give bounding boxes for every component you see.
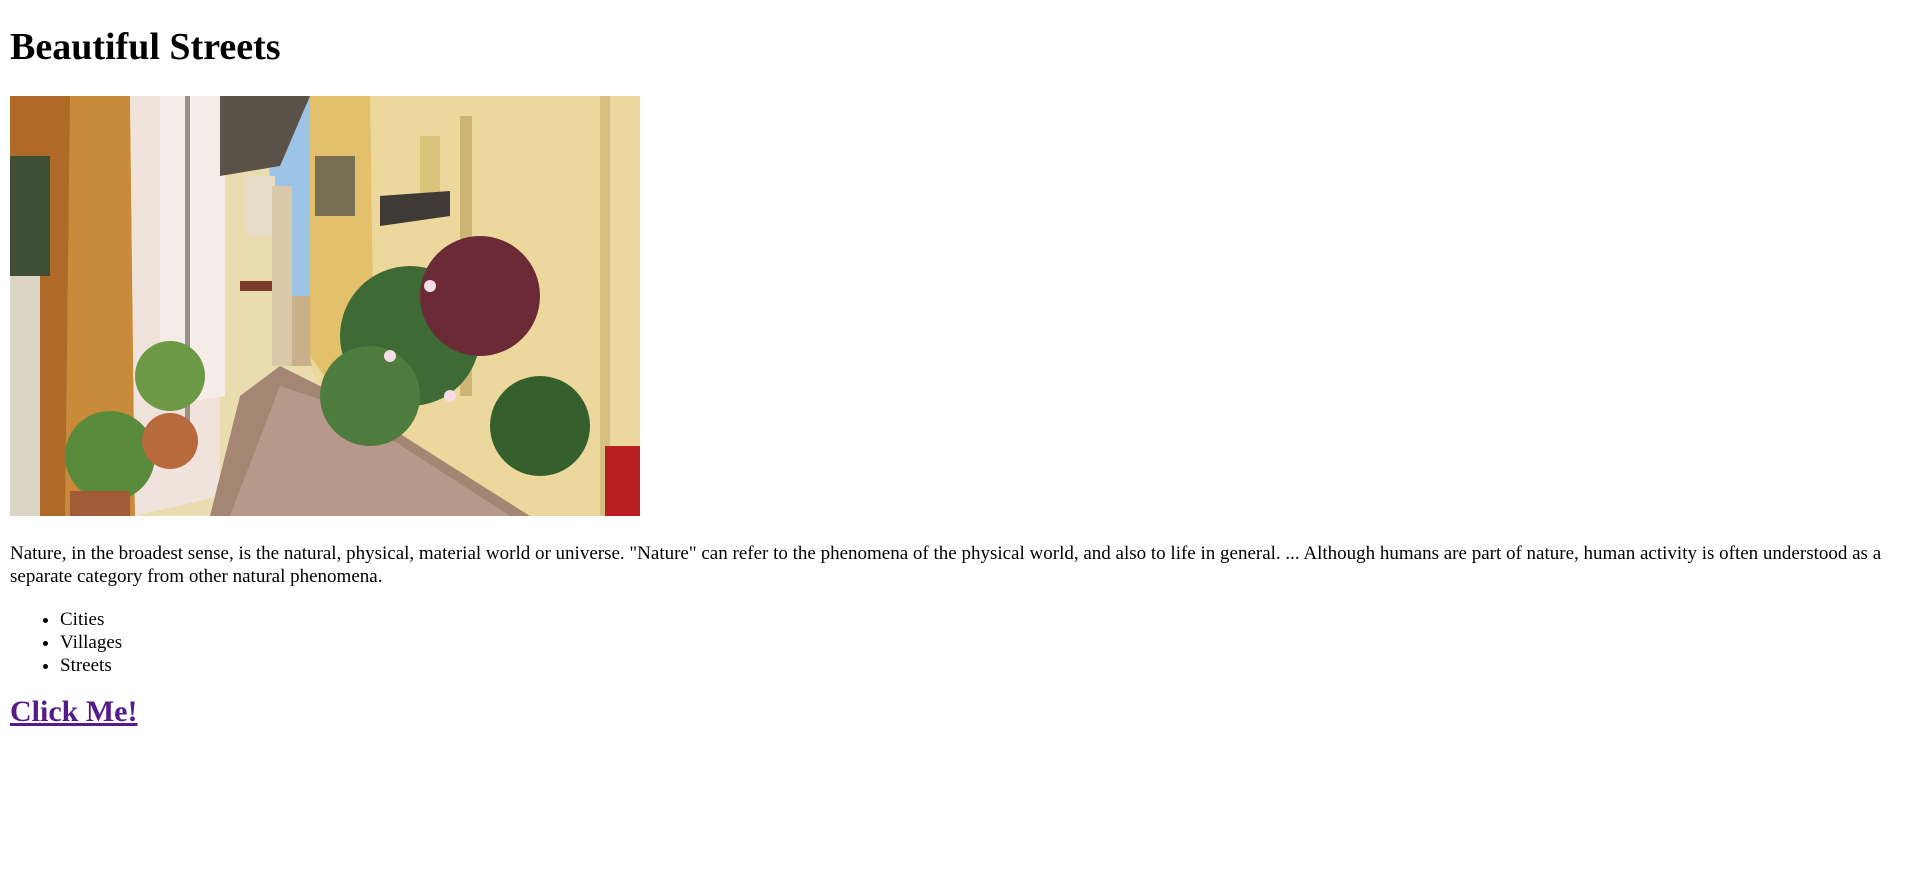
link-heading: Click Me!	[10, 695, 1895, 729]
list-item-villages: Villages	[60, 631, 1895, 654]
intro-paragraph: Nature, in the broadest sense, is the na…	[10, 543, 1882, 587]
list-item-streets: Streets	[60, 654, 1895, 677]
page-title: Beautiful Streets	[10, 26, 281, 68]
list-item-cities: Cities	[60, 608, 1895, 631]
click-me-link[interactable]: Click Me!	[10, 695, 137, 728]
street-photo	[10, 96, 640, 516]
page-content: Beautiful Streets Nature, in the broades…	[0, 0, 1905, 729]
category-list: Cities Villages Streets	[10, 608, 1895, 677]
